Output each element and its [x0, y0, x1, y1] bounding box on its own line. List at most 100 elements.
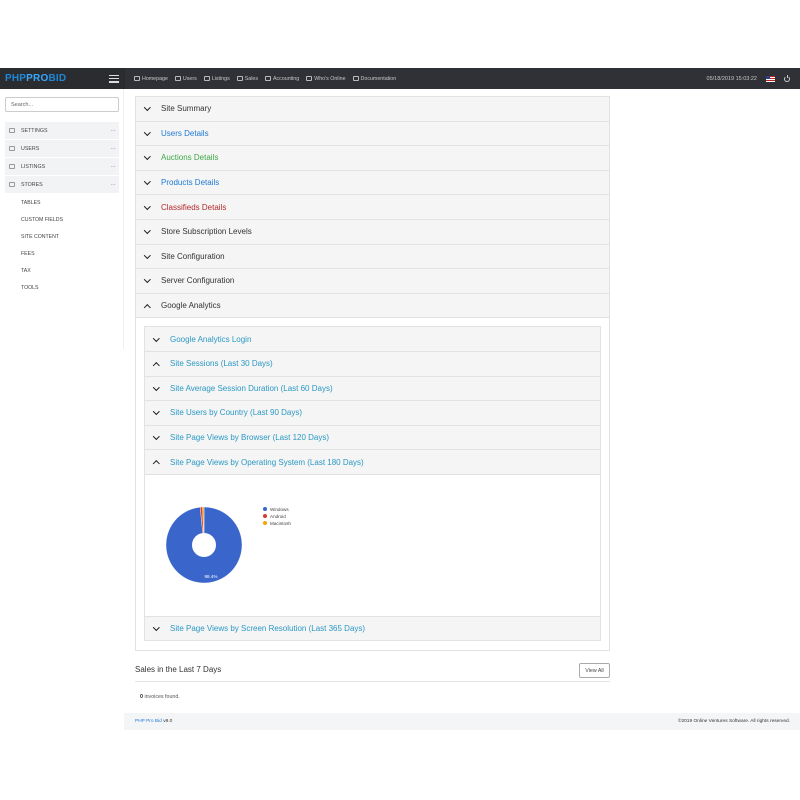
topnav-item[interactable]: Accounting: [264, 76, 299, 82]
panel-title: Products Details: [161, 178, 220, 188]
os-pie-chart: 98.4%: [165, 506, 243, 584]
view-all-button[interactable]: View All: [579, 663, 610, 678]
accordion-panel[interactable]: Server Configuration: [135, 268, 610, 293]
google-analytics-body: Google Analytics Login Site Sessions (Las…: [135, 317, 610, 651]
users-icon: [9, 146, 15, 151]
sidebar-item-label: USERS: [21, 145, 40, 152]
panel-title: Server Configuration: [161, 276, 235, 286]
legend-item[interactable]: Macintosh: [263, 520, 291, 527]
legend-label: Windows: [270, 506, 289, 512]
sidebar-subitem[interactable]: SITE CONTENT: [5, 228, 119, 245]
more-dots-icon[interactable]: ···: [111, 146, 116, 152]
sidebar-search-input[interactable]: Search...: [5, 97, 119, 112]
ga-accordion-panel[interactable]: Site Users by Country (Last 90 Days): [144, 400, 601, 425]
accordion-panel[interactable]: Site Summary: [135, 96, 610, 121]
ga-panel-screen-resolution[interactable]: Site Page Views by Screen Resolution (La…: [144, 615, 601, 641]
accordion-panel[interactable]: Classifieds Details: [135, 194, 610, 219]
us-flag-icon[interactable]: [766, 75, 775, 82]
topnav-label: Users: [182, 75, 197, 82]
more-dots-icon[interactable]: ···: [111, 164, 116, 170]
topnav-item[interactable]: Homepage: [134, 76, 168, 82]
footer-left: PHP Pro Bid v8.0: [135, 719, 173, 724]
ga-accordion-panel[interactable]: Site Sessions (Last 30 Days): [144, 350, 601, 376]
topnav-label: Homepage: [142, 75, 168, 82]
legend-swatch: [263, 514, 267, 519]
legend-label: Macintosh: [270, 520, 291, 526]
chevron-down-icon: [153, 410, 159, 416]
chevron-down-icon: [144, 229, 150, 235]
chevron-down-icon: [144, 155, 150, 161]
cart-icon: [9, 182, 15, 187]
ga-panel-list: Google Analytics Login Site Sessions (Las…: [144, 326, 601, 474]
accordion-panel[interactable]: Auctions Details: [135, 145, 610, 170]
panel-title: Site Average Session Duration (Last 60 D…: [170, 383, 333, 393]
chevron-down-icon: [153, 435, 159, 441]
main-content: Site Summary Users Details Auctions Detail…: [135, 96, 610, 651]
monitor-icon: [134, 76, 140, 81]
credit-card-icon: [264, 76, 271, 81]
chevron-up-icon: [153, 459, 159, 465]
topnav-item[interactable]: Users: [174, 75, 197, 82]
ga-accordion-panel[interactable]: Site Average Session Duration (Last 60 D…: [144, 375, 601, 401]
calendar-icon: [236, 76, 243, 81]
more-dots-icon[interactable]: ···: [111, 182, 116, 188]
ga-accordion-panel[interactable]: Site Page Views by Browser (Last 120 Day…: [144, 424, 601, 450]
sales-title: Sales in the Last 7 Days: [135, 665, 222, 674]
accordion-panel[interactable]: Users Details: [135, 120, 610, 146]
ga-accordion-panel[interactable]: Site Page Views by Operating System (Las…: [144, 449, 601, 474]
hamburger-menu-icon[interactable]: [109, 74, 119, 83]
server-datetime: 05/18/2019 15:03:22: [706, 75, 757, 82]
panel-title: Site Page Views by Operating System (Las…: [170, 457, 364, 467]
sidebar-item[interactable]: USERS ···: [5, 140, 119, 157]
chevron-down-icon: [144, 130, 150, 136]
sidebar-subitem[interactable]: TOOLS: [5, 279, 119, 296]
layers-icon: [9, 164, 15, 169]
sidebar-item-label: LISTINGS: [21, 163, 46, 170]
sidebar-item[interactable]: SETTINGS ···: [5, 122, 119, 139]
chevron-down-icon: [144, 106, 150, 112]
legend-item[interactable]: Android: [263, 513, 291, 520]
legend-swatch: [263, 521, 267, 526]
sidebar-subitem[interactable]: CUSTOM FIELDS: [5, 211, 119, 228]
legend-item[interactable]: Windows: [263, 506, 291, 513]
topnav-item[interactable]: Listings: [203, 76, 230, 82]
sidebar-subitem[interactable]: TAX: [5, 262, 119, 279]
sliders-icon: [9, 128, 15, 133]
ga-accordion-panel[interactable]: Google Analytics Login: [144, 326, 601, 351]
panel-title: Classifieds Details: [161, 202, 227, 212]
more-dots-icon[interactable]: ···: [111, 128, 116, 134]
accordion-panel[interactable]: Products Details: [135, 169, 610, 195]
footer-copyright: ©2019 Online Ventures Software. All righ…: [677, 719, 790, 724]
footer-link[interactable]: PHP Pro Bid: [135, 719, 162, 724]
panel-title: Store Subscription Levels: [161, 227, 252, 237]
donut-hole: [192, 532, 216, 557]
chevron-down-icon: [153, 385, 159, 391]
sidebar-menu: SETTINGS ··· USERS ··· LISTINGS ··· STORES ··· T…: [5, 122, 119, 296]
divider: [135, 681, 610, 682]
sidebar-subitem[interactable]: TABLES: [5, 194, 119, 211]
topnav-item[interactable]: Documentation: [352, 76, 396, 82]
accordion-panel[interactable]: Google Analytics: [135, 292, 610, 318]
accordion-panel[interactable]: Store Subscription Levels: [135, 218, 610, 244]
sidebar-item[interactable]: STORES ···: [5, 176, 119, 193]
sidebar-subitem[interactable]: FEES: [5, 245, 119, 262]
accordion-panel[interactable]: Site Configuration: [135, 243, 610, 269]
power-logout-icon[interactable]: [784, 74, 790, 82]
brand-logo[interactable]: PHPPROBID: [5, 73, 66, 84]
layers-icon: [203, 76, 210, 81]
footer: PHP Pro Bid v8.0 ©2019 Online Ventures S…: [124, 713, 800, 730]
users-icon: [174, 76, 181, 81]
chevron-up-icon: [153, 361, 159, 367]
panel-title: Site Summary: [161, 104, 212, 114]
os-chart-body: 98.4% Windows Android Macintosh: [144, 473, 601, 616]
panel-title: Site Configuration: [161, 251, 225, 261]
panel-title: Google Analytics Login: [170, 334, 252, 344]
invoices-status: 0 invoices found.: [140, 694, 180, 700]
topnav-item[interactable]: Who's Online: [306, 76, 346, 82]
chevron-down-icon: [153, 625, 159, 631]
chevron-up-icon: [144, 303, 150, 309]
topnav-item[interactable]: Sales: [236, 75, 258, 82]
sidebar-item[interactable]: LISTINGS ···: [5, 158, 119, 175]
legend-label: Android: [270, 513, 286, 519]
topnav-label: Sales: [244, 75, 258, 82]
